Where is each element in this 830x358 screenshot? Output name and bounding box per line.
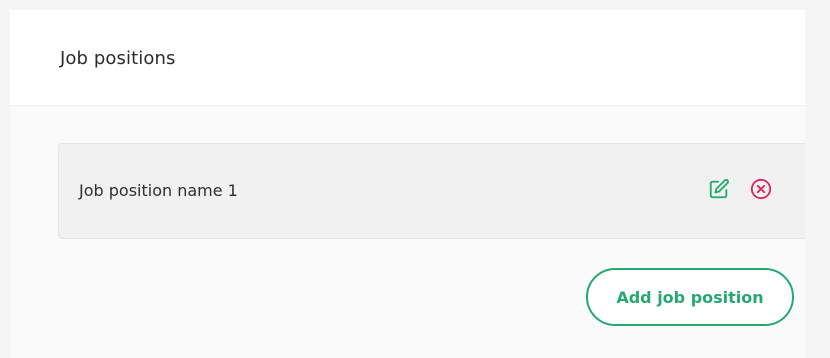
row-actions: [707, 177, 773, 201]
job-positions-panel: Job positions Job position name 1 Add jo…: [10, 10, 805, 358]
remove-job-position-button[interactable]: [749, 177, 773, 201]
edit-icon: [709, 178, 729, 199]
add-job-position-button[interactable]: Add job position: [586, 268, 794, 326]
panel-header: Job positions: [10, 10, 805, 106]
edit-job-position-button[interactable]: [707, 177, 731, 201]
job-position-name: Job position name 1: [79, 181, 238, 200]
remove-circle-x-icon: [750, 178, 772, 200]
panel-title: Job positions: [60, 48, 176, 69]
job-position-row: Job position name 1: [58, 143, 805, 239]
